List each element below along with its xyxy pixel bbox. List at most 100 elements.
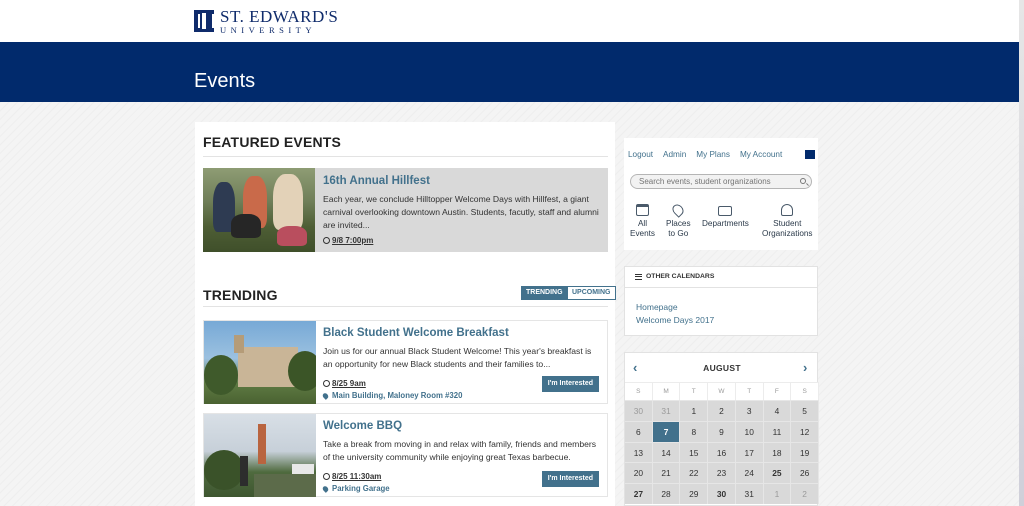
calendar-day[interactable]: 12	[791, 420, 819, 442]
event-description: Take a break from moving in and relax wi…	[323, 439, 597, 462]
calendar-icon	[636, 204, 650, 216]
quick-link-places[interactable]: Places to Go	[666, 202, 691, 238]
top-header: ST. EDWARD'S UNIVERSITY	[0, 0, 1024, 42]
other-calendars-heading: OTHER CALENDARS	[635, 273, 714, 280]
map-pin-icon	[670, 202, 687, 218]
quick-link-label: Places	[666, 219, 691, 228]
weekday-label: T	[680, 382, 709, 400]
calendar-day[interactable]: 3	[735, 400, 764, 421]
event-card[interactable]: Black Student Welcome Breakfast Join us …	[203, 320, 608, 404]
featured-event-title[interactable]: 16th Annual Hillfest	[323, 175, 430, 187]
event-photo	[204, 321, 316, 404]
logo-wordmark: ST. EDWARD'S UNIVERSITY	[220, 8, 338, 35]
calendar-day[interactable]: 1	[763, 483, 792, 504]
calendar-day[interactable]: 11	[763, 420, 792, 442]
event-title[interactable]: Black Student Welcome Breakfast	[323, 327, 509, 339]
map-pin-icon	[321, 484, 330, 493]
divider	[625, 287, 817, 288]
calendar-day[interactable]: 13	[625, 441, 653, 463]
calendar-day[interactable]: 14	[652, 441, 681, 463]
calendar-day[interactable]: 31	[735, 483, 764, 504]
event-time-text: 8/25 11:30am	[332, 472, 382, 481]
divider	[203, 306, 608, 307]
calendar-day[interactable]: 30	[625, 400, 653, 421]
quick-link-all-events[interactable]: All Events	[630, 204, 655, 238]
quick-link-label: Departments	[702, 219, 749, 228]
calendar-day[interactable]: 25	[763, 462, 792, 484]
trending-heading: TRENDING	[203, 287, 278, 303]
quick-link-label: to Go	[668, 228, 689, 238]
calendar-day[interactable]: 22	[680, 462, 709, 484]
calendar-day[interactable]: 18	[763, 441, 792, 463]
event-location[interactable]: Main Building, Maloney Room #320	[321, 391, 463, 400]
calendar-day[interactable]: 9	[708, 420, 736, 442]
weekday-label: F	[763, 382, 792, 400]
my-account-link[interactable]: My Account	[740, 150, 782, 159]
account-links: Logout Admin My Plans My Account	[628, 150, 782, 159]
university-logo[interactable]: ST. EDWARD'S UNIVERSITY	[194, 8, 338, 35]
search-icon[interactable]	[800, 178, 806, 184]
calendar-day[interactable]: 5	[791, 400, 819, 421]
calendar-day[interactable]: 27	[625, 483, 653, 504]
search-input[interactable]	[630, 174, 812, 189]
logout-link[interactable]: Logout	[628, 150, 653, 159]
featured-event-time: 9/8 7:00pm	[323, 236, 373, 245]
calendar-day[interactable]: 16	[708, 441, 736, 463]
logo-line1: ST. EDWARD'S	[220, 7, 339, 26]
briefcase-icon	[718, 206, 733, 216]
clock-icon	[323, 237, 330, 244]
quick-link-label: All	[637, 219, 648, 228]
calendar-day[interactable]: 23	[708, 462, 736, 484]
calendar-day[interactable]: 21	[652, 462, 681, 484]
weekday-label: T	[735, 382, 764, 400]
calendar-day[interactable]: 28	[652, 483, 681, 504]
calendar-day[interactable]: 1	[680, 400, 709, 421]
calendar-day[interactable]: 26	[791, 462, 819, 484]
calendar-day[interactable]: 4	[763, 400, 792, 421]
calendar-day[interactable]: 24	[735, 462, 764, 484]
calendar-grid: S M T W T F S 30 31 1 2 3 4 5 6 7 8 9 10 11 12 13 14 15 16 17 18 19…	[625, 382, 819, 504]
calendar-day[interactable]: 10	[735, 420, 764, 442]
calendar-day[interactable]: 19	[791, 441, 819, 463]
interested-button[interactable]: I'm Interested	[541, 471, 599, 487]
calendar-day[interactable]: 20	[625, 462, 653, 484]
weekday-label: M	[652, 382, 681, 400]
event-time-text: 9/8 7:00pm	[332, 236, 374, 245]
calendar-link-homepage[interactable]: Homepage	[636, 302, 678, 312]
quick-link-label: Student	[773, 219, 802, 228]
calendar-day[interactable]: 8	[680, 420, 709, 442]
calendar-day[interactable]: 6	[625, 420, 653, 442]
interested-button[interactable]: I'm Interested	[541, 376, 599, 392]
calendar-day[interactable]: 31	[652, 400, 681, 421]
event-location[interactable]: Parking Garage	[321, 484, 390, 493]
admin-link[interactable]: Admin	[663, 150, 686, 159]
calendar-day[interactable]: 2	[708, 400, 736, 421]
quick-link-student-organizations[interactable]: Student Organizations	[762, 204, 813, 238]
event-photo	[204, 414, 316, 497]
tab-upcoming[interactable]: UPCOMING	[567, 286, 616, 300]
calendar-day[interactable]: 2	[791, 483, 819, 504]
map-pin-icon	[321, 391, 330, 400]
quick-link-departments[interactable]: Departments	[702, 204, 749, 229]
calendar-link-welcome-days[interactable]: Welcome Days 2017	[636, 315, 714, 325]
event-card[interactable]: Welcome BBQ Take a break from moving in …	[203, 413, 608, 497]
calendar-day[interactable]: 30	[708, 483, 736, 504]
quick-link-label: Events	[630, 228, 656, 238]
list-icon	[635, 273, 642, 280]
quick-link-label: Organizations	[762, 228, 813, 238]
calendar-day[interactable]: 15	[680, 441, 709, 463]
page-title: Events	[194, 70, 256, 92]
my-plans-link[interactable]: My Plans	[696, 150, 730, 159]
event-time: 8/25 9am	[323, 379, 366, 388]
tab-trending[interactable]: TRENDING	[521, 286, 568, 300]
calendar-day[interactable]: 17	[735, 441, 764, 463]
calendar-day[interactable]: 29	[680, 483, 709, 504]
event-title[interactable]: Welcome BBQ	[323, 420, 402, 432]
calendar-day[interactable]: 7	[652, 420, 681, 442]
divider	[203, 156, 608, 157]
seal-icon	[194, 10, 214, 33]
event-location-text: Main Building, Maloney Room #320	[332, 391, 463, 400]
featured-event-card[interactable]: 16th Annual Hillfest Each year, we concl…	[203, 168, 608, 252]
next-month-icon[interactable]: ›	[803, 360, 807, 375]
flag-icon[interactable]	[805, 150, 815, 159]
